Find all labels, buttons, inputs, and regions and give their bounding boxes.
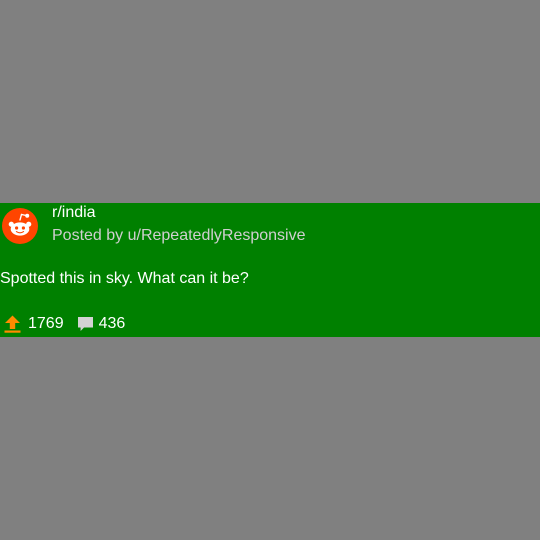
comment-bubble-icon[interactable]: [77, 316, 94, 332]
post-actions: 1769 436: [4, 314, 125, 334]
post-author[interactable]: Posted by u/RepeatedlyResponsive: [52, 227, 306, 245]
subreddit-link[interactable]: r/india: [52, 204, 96, 222]
reddit-logo-icon[interactable]: [2, 208, 38, 244]
post-card[interactable]: r/india Posted by u/RepeatedlyResponsive…: [0, 203, 540, 337]
post-title[interactable]: Spotted this in sky. What can it be?: [0, 270, 249, 288]
upvote-arrow-icon[interactable]: [4, 315, 21, 333]
comment-count: 436: [98, 315, 126, 332]
upvote-count: 1769: [28, 315, 64, 332]
